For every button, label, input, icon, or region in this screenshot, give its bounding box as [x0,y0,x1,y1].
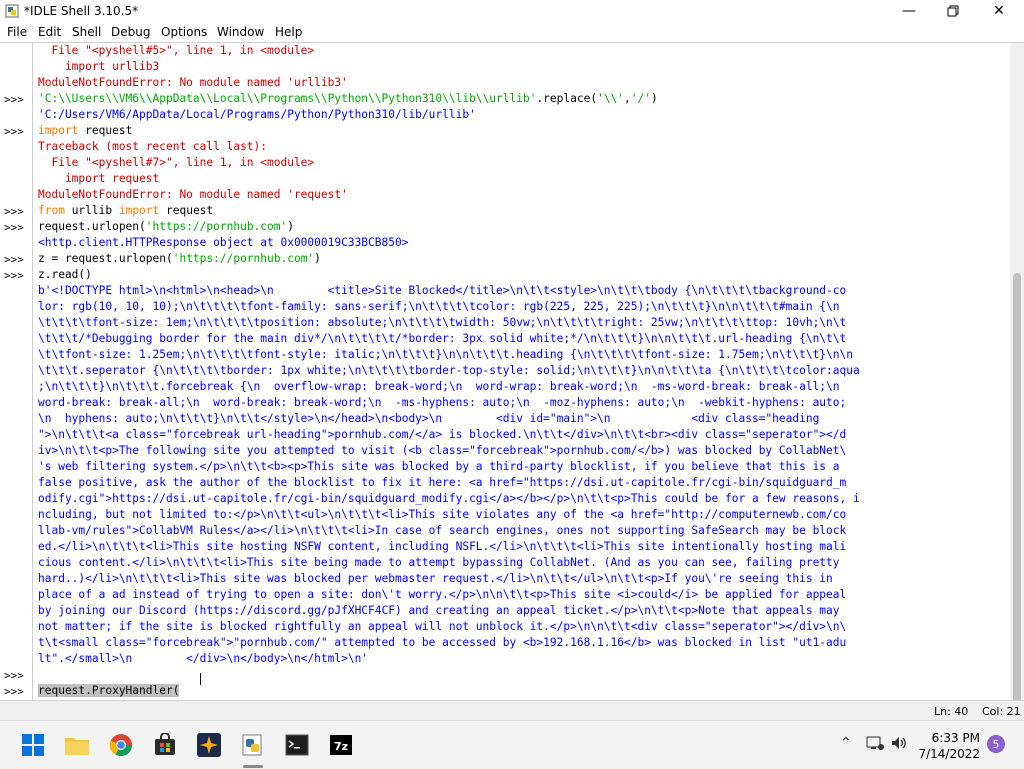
close-icon[interactable]: ✕ [976,0,1022,22]
output-line: hard..)</li>\n\t\t\t<li>This site was bl… [38,572,833,585]
input-line: 'C:\\Users\\VM6\\AppData\\Local\\Program… [38,92,658,105]
prompt: >>> [4,253,24,266]
title-bar: *IDLE Shell 3.10.5* — ✕ [0,0,1024,22]
menu-options[interactable]: Options [161,25,207,39]
menu-bar: File Edit Shell Debug Options Window Hel… [0,22,1024,42]
maximize-icon[interactable] [930,0,976,22]
output-line: ed.</li>\n\t\t\t<li>This site hosting NS… [38,540,847,553]
menu-window[interactable]: Window [217,25,264,39]
window-title: *IDLE Shell 3.10.5* [24,4,139,18]
column-number: Col: 21 [982,705,1021,718]
error-line: ModuleNotFoundError: No module named 'ur… [38,76,348,89]
prompt: >>> [4,125,24,138]
python-idle-icon [5,4,19,18]
store-icon[interactable] [151,731,179,759]
output-line: \t\tfont-size: 1.25em;\n\t\t\t\tfont-sty… [38,348,853,361]
prompt-gutter: >>> >>> >>> >>> >>> >>> >>> >>> [0,43,33,701]
network-icon[interactable] [866,735,884,755]
windows-start-icon[interactable] [19,731,47,759]
prompt: >>> [4,685,24,698]
output-line: word-break: break-all;\n word-break: bre… [38,396,847,409]
text-cursor [200,673,201,685]
input-line: z.read() [38,268,92,281]
output-line: \t\t\t\tfont-size: 1em;\n\t\t\t\tpositio… [38,316,847,329]
traceback-line: import request [38,172,160,185]
shell-area[interactable]: >>> >>> >>> >>> >>> >>> >>> >>> File "<p… [0,42,1024,713]
menu-debug[interactable]: Debug [111,25,150,39]
7zip-icon[interactable]: 7z [327,731,355,759]
input-line: request.urlopen('https://pornhub.com') [38,220,294,233]
output-line: false positive, ask the author of the bl… [38,476,847,489]
output-line: odify.cgi">https://dsi.ut-capitole.fr/cg… [38,492,860,505]
prompt: >>> [4,93,24,106]
output-line: not matter; if the site is blocked right… [38,620,847,633]
menu-help[interactable]: Help [275,25,302,39]
scrollbar-thumb[interactable] [1013,273,1021,713]
svg-text:7z: 7z [334,740,348,753]
output-line: ncluding, but not limited to:</p>\n\t\t<… [38,508,847,521]
prompt: >>> [4,269,24,282]
output-line: t\t<small class="forcebreak">"pornhub.co… [38,636,847,649]
notification-badge[interactable]: 5 [987,735,1005,753]
output-line: iv>\n\t\t<p>The following site you attem… [38,444,847,457]
menu-edit[interactable]: Edit [38,25,61,39]
chevron-up-icon[interactable]: ⌃ [840,735,852,751]
output-line: 's web filtering system.</p>\n\t\t<b><p>… [38,460,840,473]
clock-time: 6:33 PM [931,731,980,745]
current-input-line[interactable]: request.ProxyHandler( [38,683,180,699]
output-line: b'<!DOCTYPE html>\n<html>\n<head>\n <tit… [38,284,847,297]
taskbar: 7z ⌃ 6:33 PM 7/14/2022 5 [0,720,1024,769]
output-line: lt".</small>\n </div>\n</body>\n</html>\… [38,652,369,665]
terminal-icon[interactable] [283,731,311,759]
error-line: ModuleNotFoundError: No module named 're… [38,188,348,201]
file-explorer-icon[interactable] [63,731,91,759]
prompt: >>> [4,669,24,682]
app-star-icon[interactable] [195,731,223,759]
output-line: <http.client.HTTPResponse object at 0x00… [38,236,409,249]
output-line: \n hyphens: auto;\n\t\t\t}\n\t\t</style>… [38,412,820,425]
clock-date: 7/14/2022 [918,747,980,761]
system-clock[interactable]: 6:33 PM 7/14/2022 [916,730,980,762]
input-line: from urllib import request [38,204,214,217]
traceback-line: File "<pyshell#5>", line 1, in <module> [38,44,315,57]
traceback-line: Traceback (most recent call last): [38,140,268,153]
output-line: \t\t\t/*Debugging border for the main di… [38,332,847,345]
chrome-icon[interactable] [107,731,135,759]
line-number: Ln: 40 [934,705,969,718]
output-line: 'C:/Users/VM6/AppData/Local/Programs/Pyt… [38,108,476,121]
status-bar: Ln: 40 Col: 21 [0,700,1024,721]
prompt: >>> [4,205,24,218]
python-idle-icon[interactable] [239,731,267,759]
vertical-scrollbar[interactable] [1010,43,1024,713]
menu-file[interactable]: File [7,25,27,39]
output-line: ;\n\t\t\t}\n\t\t\t.forcebreak {\n overfl… [38,380,840,393]
output-line: lor: rgb(10, 10, 10);\n\t\t\t\tfont-fami… [38,300,840,313]
prompt: >>> [4,221,24,234]
shell-text[interactable]: File "<pyshell#5>", line 1, in <module> … [38,43,1003,701]
output-line: llab-vm/rules">CollabVM Rules</a></li>\n… [38,524,847,537]
traceback-line: File "<pyshell#7>", line 1, in <module> [38,156,315,169]
traceback-line: import urllib3 [38,60,160,73]
volume-icon[interactable] [890,735,908,755]
menu-shell[interactable]: Shell [72,25,101,39]
output-line: \t\t\t.seperator {\n\t\t\t\tborder: 1px … [38,364,860,377]
input-line: import request [38,124,133,137]
output-line: cious content.</li>\n\t\t\t<li>This site… [38,556,840,569]
output-line: by joining our Discord (https://discord.… [38,604,840,617]
input-line: z = request.urlopen('https://pornhub.com… [38,252,321,265]
minimize-icon[interactable]: — [886,0,932,22]
output-line: ">\n\t\t\t<a class="forcebreak url-headi… [38,428,847,441]
output-line: place of a ad instead of trying to open … [38,588,847,601]
